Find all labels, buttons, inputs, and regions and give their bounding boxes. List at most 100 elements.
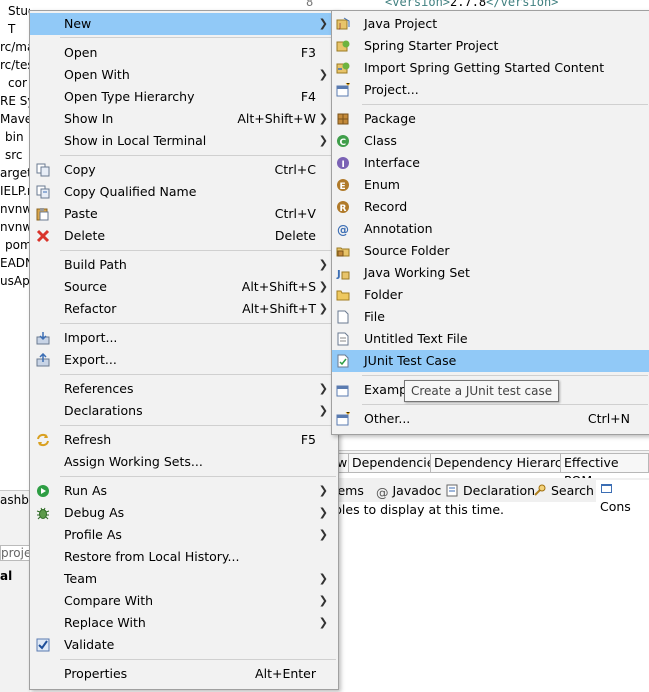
code-open-tag: <version> <box>385 0 451 9</box>
menu-separator <box>60 155 336 156</box>
menu-item-export[interactable]: Export... <box>30 349 338 371</box>
submenu-item-junit-test-case[interactable]: JUnit Test Case <box>332 350 649 372</box>
submenu-item-java-project[interactable]: J Java Project <box>332 13 649 35</box>
menu-separator <box>60 250 336 251</box>
tree-row[interactable]: pom <box>5 236 30 254</box>
at-icon: @ <box>376 485 389 500</box>
submenu-item-label: Source Folder <box>364 243 450 258</box>
tree-row[interactable]: arget <box>0 164 30 182</box>
submenu-item-source-folder[interactable]: Source Folder <box>332 240 649 262</box>
tree-row[interactable]: IELP.m <box>0 182 30 200</box>
menu-item-build-path[interactable]: Build Path ❯ <box>30 254 338 276</box>
file-icon <box>337 310 349 324</box>
menu-item-shortcut: Ctrl+N <box>587 411 630 426</box>
tab-search[interactable]: Search <box>534 482 594 500</box>
menu-item-open-with[interactable]: Open With ❯ <box>30 64 338 86</box>
tab-dependency-hierarchy[interactable]: Dependency Hierarchy <box>430 453 582 473</box>
tree-row[interactable]: rc/ma <box>0 38 30 56</box>
chevron-right-icon: ❯ <box>318 616 328 629</box>
menu-item-references[interactable]: References ❯ <box>30 378 338 400</box>
submenu-item-annotation[interactable]: @ Annotation <box>332 218 649 240</box>
tree-row[interactable]: usAp <box>0 272 30 290</box>
folder-icon <box>336 290 350 301</box>
tree-row[interactable]: RE Sy: <box>0 92 30 110</box>
tree-row[interactable]: nvnw <box>0 200 30 218</box>
submenu-item-label: Untitled Text File <box>364 331 468 346</box>
menu-item-shortcut: Alt+Shift+W <box>237 111 316 126</box>
submenu-item-label: Project... <box>364 82 419 97</box>
submenu-item-enum[interactable]: E Enum <box>332 174 649 196</box>
submenu-item-folder[interactable]: Folder <box>332 284 649 306</box>
menu-item-debug-as[interactable]: Debug As ❯ <box>30 502 338 524</box>
menu-item-compare-with[interactable]: Compare With ❯ <box>30 590 338 612</box>
tree-row[interactable]: bin <box>5 128 24 146</box>
menu-item-open[interactable]: Open F3 <box>30 42 338 64</box>
menu-item-label: Team <box>64 571 98 586</box>
submenu-item-package[interactable]: Package <box>332 108 649 130</box>
tree-row[interactable]: rc/tes <box>0 56 30 74</box>
tab-console[interactable]: Cons <box>596 480 649 514</box>
menu-item-shortcut: F4 <box>300 89 316 104</box>
tree-row[interactable]: src <box>5 146 23 164</box>
menu-item-open-type-hierarchy[interactable]: Open Type Hierarchy F4 <box>30 86 338 108</box>
tree-row[interactable]: Maven <box>0 110 30 128</box>
menu-item-copy-qualified-name[interactable]: Copy Qualified Name <box>30 181 338 203</box>
submenu-item-class[interactable]: C Class <box>332 130 649 152</box>
menu-item-refresh[interactable]: Refresh F5 <box>30 429 338 451</box>
menu-item-declarations[interactable]: Declarations ❯ <box>30 400 338 422</box>
submenu-item-label: Spring Starter Project <box>364 38 499 53</box>
svg-text:C: C <box>340 138 347 148</box>
tree-row[interactable]: EADN <box>0 254 30 272</box>
submenu-item-label: Folder <box>364 287 403 302</box>
submenu-item-project[interactable]: Project... <box>332 79 649 101</box>
menu-item-validate[interactable]: Validate <box>30 634 338 656</box>
menu-item-paste[interactable]: Paste Ctrl+V <box>30 203 338 225</box>
menu-item-profile-as[interactable]: Profile As ❯ <box>30 524 338 546</box>
tree-row[interactable]: nvnw. <box>0 218 30 236</box>
submenu-item-label: Annotation <box>364 221 433 236</box>
menu-item-properties[interactable]: Properties Alt+Enter <box>30 663 338 685</box>
chevron-right-icon: ❯ <box>318 594 328 607</box>
project-search-fragment[interactable]: proje <box>0 545 32 561</box>
tab-javadoc[interactable]: @ Javadoc <box>376 482 441 500</box>
project-icon <box>336 83 350 97</box>
menu-item-shortcut: Ctrl+V <box>274 206 316 221</box>
menu-item-label: Delete <box>64 228 106 243</box>
submenu-item-interface[interactable]: I Interface <box>332 152 649 174</box>
checkbox-checked-icon <box>36 638 50 652</box>
menu-separator <box>60 374 336 375</box>
menu-item-copy[interactable]: Copy Ctrl+C <box>30 159 338 181</box>
annotation-icon: @ <box>337 223 349 236</box>
menu-item-team[interactable]: Team ❯ <box>30 568 338 590</box>
svg-text:I: I <box>342 160 345 170</box>
menu-item-new[interactable]: New ❯ <box>30 13 338 35</box>
submenu-item-import-spring-content[interactable]: Import Spring Getting Started Content <box>332 57 649 79</box>
tree-row[interactable]: Study.java <box>8 2 30 20</box>
tab-effective-pom[interactable]: Effective POM <box>560 453 649 488</box>
menu-item-show-in[interactable]: Show In Alt+Shift+W ❯ <box>30 108 338 130</box>
submenu-item-file[interactable]: File <box>332 306 649 328</box>
menu-item-label: Open Type Hierarchy <box>64 89 195 104</box>
submenu-item-other[interactable]: Other... Ctrl+N <box>332 408 649 430</box>
menu-item-replace-with[interactable]: Replace With ❯ <box>30 612 338 634</box>
menu-item-refactor[interactable]: Refactor Alt+Shift+T ❯ <box>30 298 338 320</box>
package-explorer-fragment: Study.java T rc/ma rc/tes cor RE Sy: Mav… <box>0 0 30 300</box>
chevron-right-icon: ❯ <box>318 112 328 125</box>
menu-item-import[interactable]: Import... <box>30 327 338 349</box>
menu-item-show-in-local-terminal[interactable]: Show in Local Terminal ❯ <box>30 130 338 152</box>
tab-declaration[interactable]: Declaration <box>446 482 535 500</box>
menu-item-source[interactable]: Source Alt+Shift+S ❯ <box>30 276 338 298</box>
submenu-item-label: Package <box>364 111 416 126</box>
submenu-item-spring-starter-project[interactable]: Spring Starter Project <box>332 35 649 57</box>
submenu-item-record[interactable]: R Record <box>332 196 649 218</box>
svg-text:@: @ <box>337 223 349 236</box>
menu-item-delete[interactable]: Delete Delete <box>30 225 338 247</box>
submenu-item-untitled-text-file[interactable]: Untitled Text File <box>332 328 649 350</box>
menu-item-label: Declarations <box>64 403 143 418</box>
menu-item-assign-working-sets[interactable]: Assign Working Sets... <box>30 451 338 473</box>
tree-row[interactable]: T <box>8 20 15 38</box>
menu-item-run-as[interactable]: Run As ❯ <box>30 480 338 502</box>
submenu-item-java-working-set[interactable]: J Java Working Set <box>332 262 649 284</box>
menu-item-restore-local-history[interactable]: Restore from Local History... <box>30 546 338 568</box>
tree-row[interactable]: cor <box>8 74 27 92</box>
